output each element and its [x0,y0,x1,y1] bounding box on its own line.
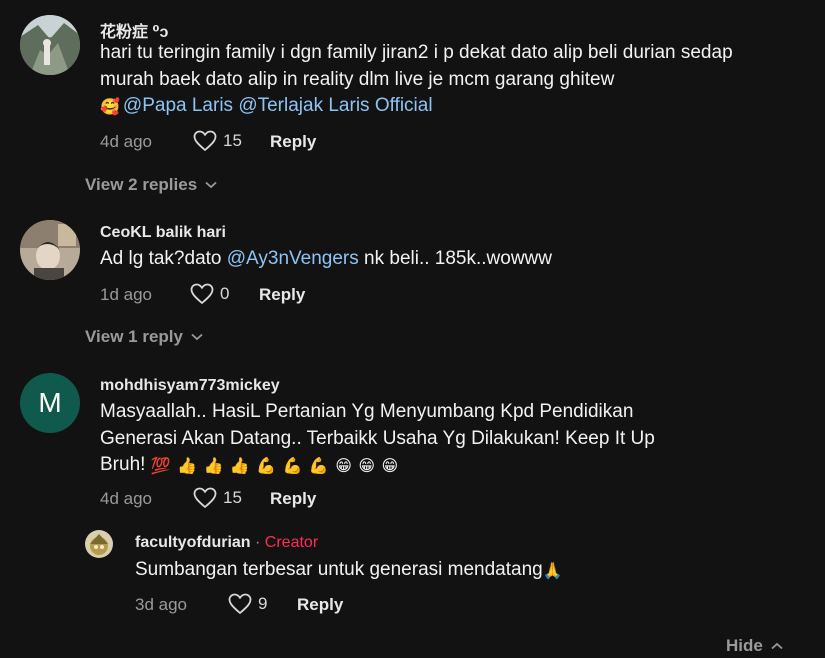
mention-link[interactable]: @Terlajak Laris Official [238,95,432,116]
like-button[interactable]: 15 [193,130,242,152]
folded-hands-emoji: 🙏 [542,563,563,580]
chevron-down-icon [205,181,217,189]
avatar[interactable] [85,530,113,558]
view-replies-label: View 1 reply [85,327,183,346]
hide-label: Hide [726,636,763,655]
comment-body-end: nk beli.. 185k..wowww [364,248,552,269]
separator-dot: · [255,534,261,551]
timestamp: 4d ago [100,489,152,508]
like-button[interactable]: 0 [190,283,229,305]
timestamp: 1d ago [100,285,152,304]
smiling-face-hearts-emoji: 🥰 [100,99,120,116]
comment-text: Ad lg tak?dato @Ay3nVengers nk beli.. 18… [100,246,780,273]
creator-badge: Creator [264,534,319,551]
heart-icon [190,283,214,305]
emoji-sequence: 💯 👍 👍 👍 💪 💪 💪 😁 😁 😁 [150,458,400,475]
comment-body: hari tu teringin family i dgn family jir… [100,42,733,90]
hide-replies-button[interactable]: Hide [726,636,783,656]
reply-button[interactable]: Reply [259,285,305,305]
avatar[interactable] [20,220,80,280]
like-button[interactable]: 15 [193,487,242,509]
mention-link[interactable]: @Ay3nVengers [227,248,359,269]
view-replies-button[interactable]: View 1 reply [85,327,203,347]
reply-button[interactable]: Reply [297,595,343,615]
username[interactable]: mohdhisyam773mickey [100,377,280,395]
like-count: 15 [223,131,242,150]
heart-icon [193,487,217,509]
reply-body: Sumbangan terbesar untuk generasi mendat… [135,559,543,580]
username[interactable]: CeoKL balik hari [100,224,226,242]
like-count: 9 [258,594,268,613]
timestamp: 3d ago [135,595,187,614]
avatar[interactable]: M [20,373,80,433]
like-count: 0 [220,284,230,303]
comment-text: hari tu teringin family i dgn family jir… [100,40,780,120]
comment-text: Masyaallah.. HasiL Pertanian Yg Menyumba… [100,399,700,479]
reply-text: Sumbangan terbesar untuk generasi mendat… [135,557,815,584]
comment-body: Ad lg tak?dato [100,248,222,269]
avatar-letter: M [38,387,62,418]
view-replies-label: View 2 replies [85,175,198,194]
chevron-up-icon [771,642,783,650]
reply-button[interactable]: Reply [270,489,316,509]
mention-link[interactable]: @Papa Laris [123,95,233,116]
view-replies-button[interactable]: View 2 replies [85,175,217,195]
heart-icon [228,593,252,615]
chevron-down-icon [191,333,203,341]
username[interactable]: facultyofdurian [135,534,251,551]
heart-icon [193,130,217,152]
avatar[interactable] [20,15,80,75]
reply-button[interactable]: Reply [270,132,316,152]
reply-username-row: facultyofdurian · Creator [135,534,318,552]
like-button[interactable]: 9 [228,593,267,615]
timestamp: 4d ago [100,132,152,151]
username[interactable]: 花粉症 ⁰ɔ [100,18,168,42]
like-count: 15 [223,488,242,507]
